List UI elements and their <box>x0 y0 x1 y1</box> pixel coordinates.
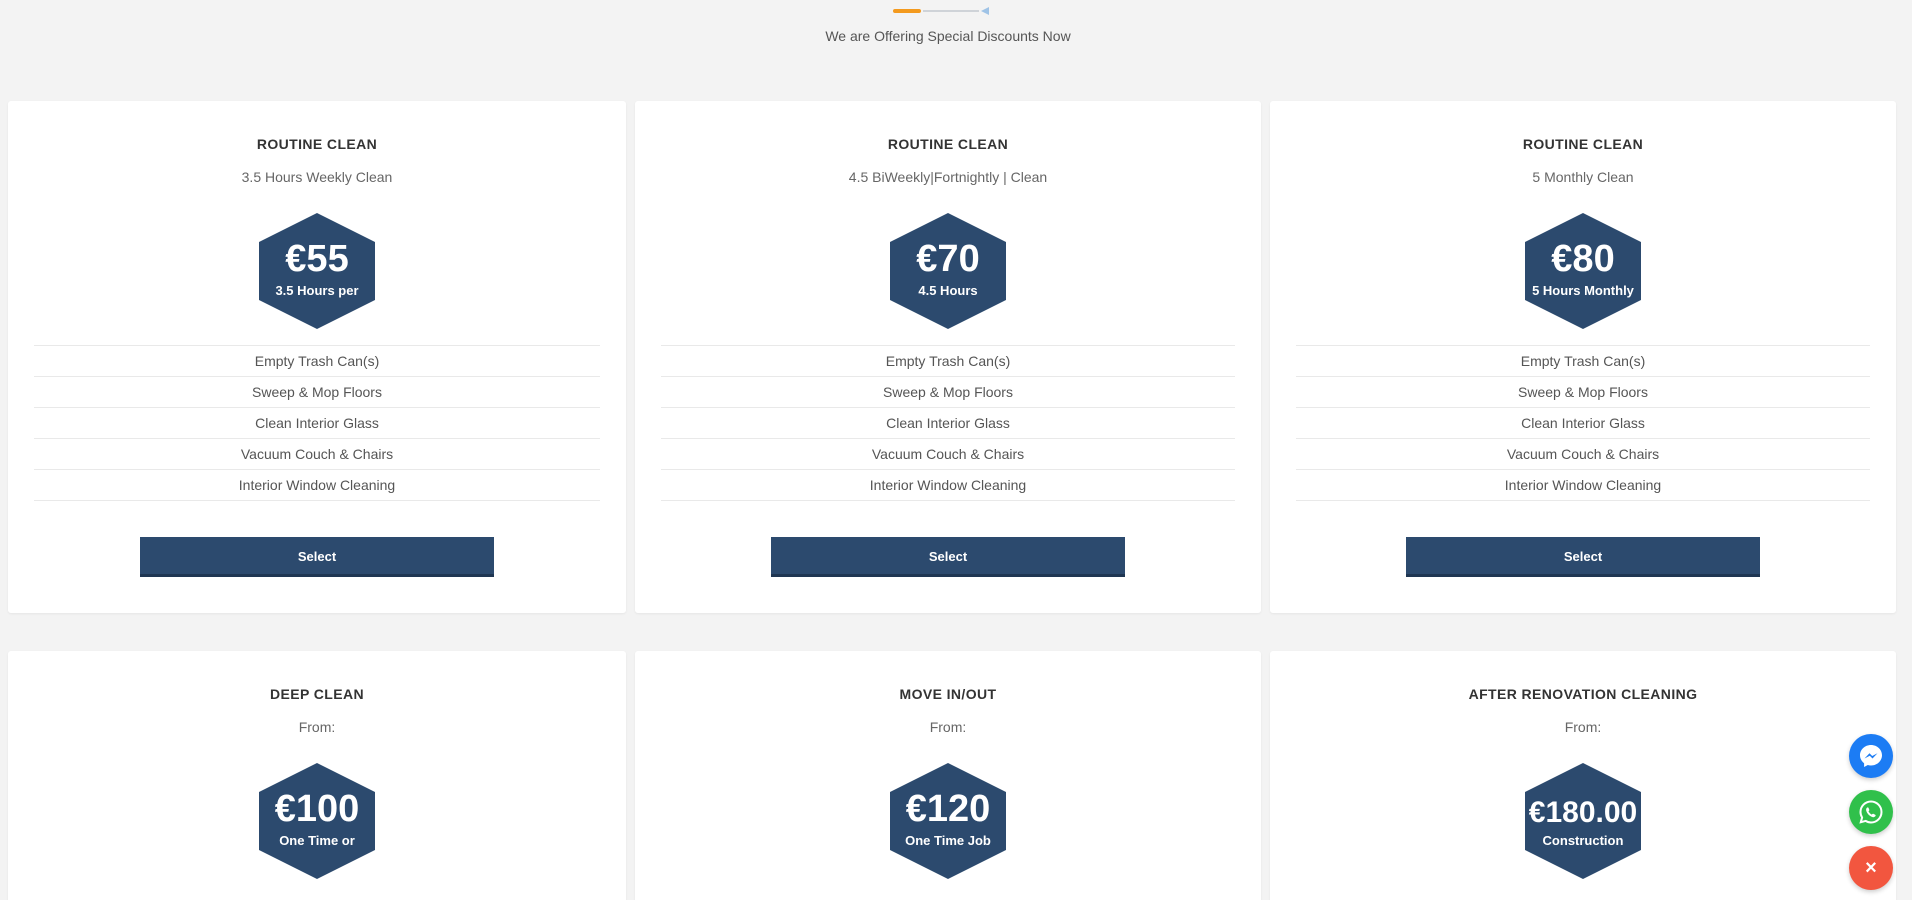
feature-item: Interior Window Cleaning <box>34 470 600 501</box>
price: €120 <box>905 788 991 830</box>
card-title: ROUTINE CLEAN <box>1522 136 1644 152</box>
feature-item: Clean Interior Glass <box>34 408 600 439</box>
close-icon: × <box>1865 857 1877 879</box>
close-chat-button[interactable]: × <box>1849 846 1893 890</box>
card-subtitle: 5 Monthly Clean <box>1532 169 1634 185</box>
price-note: 4.5 Hours <box>918 283 978 298</box>
feature-item: Vacuum Couch & Chairs <box>1296 439 1870 470</box>
card-title: DEEP CLEAN <box>270 686 364 702</box>
select-button[interactable]: Select <box>1406 537 1760 577</box>
feature-list: Empty Trash Can(s) Sweep & Mop Floors Cl… <box>661 345 1235 501</box>
price: €55 <box>285 238 349 280</box>
decoration-gray-line <box>923 10 979 12</box>
water-drop-icon <box>981 7 989 15</box>
pricing-card-move-in-out: MOVE IN/OUT From: €120 One Time Job <box>635 651 1261 900</box>
card-subtitle: 4.5 BiWeekly|Fortnightly | Clean <box>848 169 1048 185</box>
feature-item: Clean Interior Glass <box>661 408 1235 439</box>
price: €80 <box>1551 238 1615 280</box>
price: €70 <box>916 238 980 280</box>
feature-item: Sweep & Mop Floors <box>661 377 1235 408</box>
price-note: One Time Job <box>905 833 991 848</box>
feature-item: Interior Window Cleaning <box>1296 470 1870 501</box>
pricing-card-routine-monthly: ROUTINE CLEAN 5 Monthly Clean €80 5 Hour… <box>1270 101 1896 613</box>
decoration-orange-line <box>893 9 921 13</box>
feature-list: Empty Trash Can(s) Sweep & Mop Floors Cl… <box>34 345 600 501</box>
feature-item: Empty Trash Can(s) <box>661 346 1235 377</box>
card-subtitle: From: <box>929 719 967 735</box>
card-title: ROUTINE CLEAN <box>887 136 1009 152</box>
tagline: We are Offering Special Discounts Now <box>825 28 1071 44</box>
pricing-card-routine-biweekly: ROUTINE CLEAN 4.5 BiWeekly|Fortnightly |… <box>635 101 1261 613</box>
feature-item: Empty Trash Can(s) <box>1296 346 1870 377</box>
pricing-page: We are Offering Special Discounts Now RO… <box>0 0 1912 900</box>
select-button[interactable]: Select <box>771 537 1125 577</box>
select-button[interactable]: Select <box>140 537 494 577</box>
card-subtitle: 3.5 Hours Weekly Clean <box>241 169 393 185</box>
pricing-card-deep-clean: DEEP CLEAN From: €100 One Time or <box>8 651 626 900</box>
messenger-icon <box>1860 745 1882 767</box>
card-title: AFTER RENOVATION CLEANING <box>1468 686 1698 702</box>
header-decoration <box>893 6 995 16</box>
feature-list: Empty Trash Can(s) Sweep & Mop Floors Cl… <box>1296 345 1870 501</box>
price-note: 3.5 Hours per <box>275 283 359 298</box>
card-subtitle: From: <box>298 719 336 735</box>
feature-item: Empty Trash Can(s) <box>34 346 600 377</box>
price-hexagon: €80 5 Hours Monthly <box>1525 213 1641 329</box>
price-note: Construction <box>1542 833 1624 848</box>
price: €180.00 <box>1528 796 1638 829</box>
feature-item: Clean Interior Glass <box>1296 408 1870 439</box>
messenger-button[interactable] <box>1849 734 1893 778</box>
card-title: MOVE IN/OUT <box>899 686 997 702</box>
whatsapp-icon <box>1859 800 1883 824</box>
price-hexagon: €100 One Time or <box>259 763 375 879</box>
feature-item: Interior Window Cleaning <box>661 470 1235 501</box>
feature-item: Sweep & Mop Floors <box>34 377 600 408</box>
whatsapp-button[interactable] <box>1849 790 1893 834</box>
card-title: ROUTINE CLEAN <box>256 136 378 152</box>
price-note: 5 Hours Monthly <box>1532 283 1634 298</box>
price-hexagon: €70 4.5 Hours <box>890 213 1006 329</box>
price-hexagon: €180.00 Construction <box>1525 763 1641 879</box>
feature-item: Sweep & Mop Floors <box>1296 377 1870 408</box>
pricing-card-routine-weekly: ROUTINE CLEAN 3.5 Hours Weekly Clean €55… <box>8 101 626 613</box>
pricing-card-after-renovation: AFTER RENOVATION CLEANING From: €180.00 … <box>1270 651 1896 900</box>
feature-item: Vacuum Couch & Chairs <box>661 439 1235 470</box>
price-note: One Time or <box>279 833 355 848</box>
price: €100 <box>274 788 360 830</box>
feature-item: Vacuum Couch & Chairs <box>34 439 600 470</box>
price-hexagon: €55 3.5 Hours per <box>259 213 375 329</box>
price-hexagon: €120 One Time Job <box>890 763 1006 879</box>
card-subtitle: From: <box>1564 719 1602 735</box>
